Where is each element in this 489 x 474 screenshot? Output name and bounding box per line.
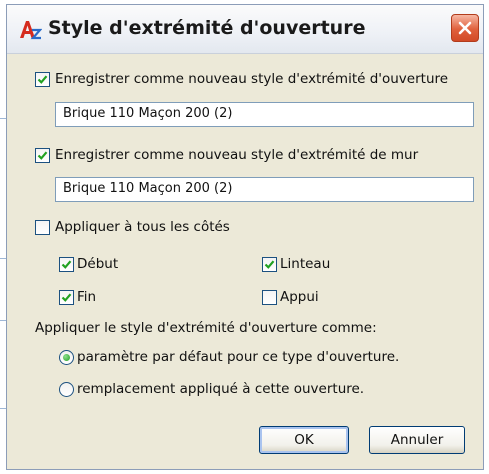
override-opening-label: remplacement appliqué à cette ouverture. bbox=[77, 381, 365, 397]
close-button[interactable] bbox=[451, 14, 479, 42]
dialog-title: Style d'extrémité d'ouverture bbox=[48, 17, 366, 39]
opening-endcap-style-dialog: Style d'extrémité d'ouverture Enregistre… bbox=[6, 4, 484, 470]
end-checkbox[interactable] bbox=[59, 290, 74, 305]
end-label: Fin bbox=[77, 289, 97, 305]
apply-all-sides-label: Appliquer à tous les côtés bbox=[55, 219, 230, 235]
radio-selected-dot bbox=[63, 354, 70, 361]
check-icon bbox=[37, 75, 48, 84]
save-opening-style-checkbox[interactable] bbox=[35, 72, 50, 87]
sill-label: Appui bbox=[280, 289, 319, 305]
cancel-button[interactable]: Annuler bbox=[369, 426, 465, 454]
sill-checkbox[interactable] bbox=[262, 290, 277, 305]
override-opening-radio[interactable] bbox=[59, 382, 74, 397]
apply-as-label: Appliquer le style d'extrémité d'ouvertu… bbox=[35, 320, 377, 336]
check-icon bbox=[61, 260, 72, 269]
check-icon bbox=[61, 293, 72, 302]
header-checkbox[interactable] bbox=[262, 257, 277, 272]
default-for-type-radio[interactable] bbox=[59, 350, 74, 365]
check-icon bbox=[37, 151, 48, 160]
save-opening-style-label: Enregistrer comme nouveau style d'extrém… bbox=[55, 71, 449, 87]
header-label: Linteau bbox=[280, 256, 331, 272]
ok-button[interactable]: OK bbox=[259, 426, 349, 454]
save-wall-style-label: Enregistrer comme nouveau style d'extrém… bbox=[55, 147, 419, 163]
start-checkbox[interactable] bbox=[59, 257, 74, 272]
save-wall-style-checkbox[interactable] bbox=[35, 148, 50, 163]
apply-all-sides-checkbox[interactable] bbox=[35, 220, 50, 235]
close-icon bbox=[458, 21, 472, 35]
title-bar[interactable]: Style d'extrémité d'ouverture bbox=[7, 5, 483, 54]
default-for-type-label: paramètre par défaut pour ce type d'ouve… bbox=[77, 349, 400, 365]
opening-style-name-input[interactable]: Brique 110 Maçon 200 (2) bbox=[55, 102, 474, 127]
autocad-icon bbox=[20, 21, 42, 40]
start-label: Début bbox=[77, 256, 119, 272]
wall-style-name-input[interactable]: Brique 110 Maçon 200 (2) bbox=[55, 177, 474, 202]
check-icon bbox=[264, 260, 275, 269]
